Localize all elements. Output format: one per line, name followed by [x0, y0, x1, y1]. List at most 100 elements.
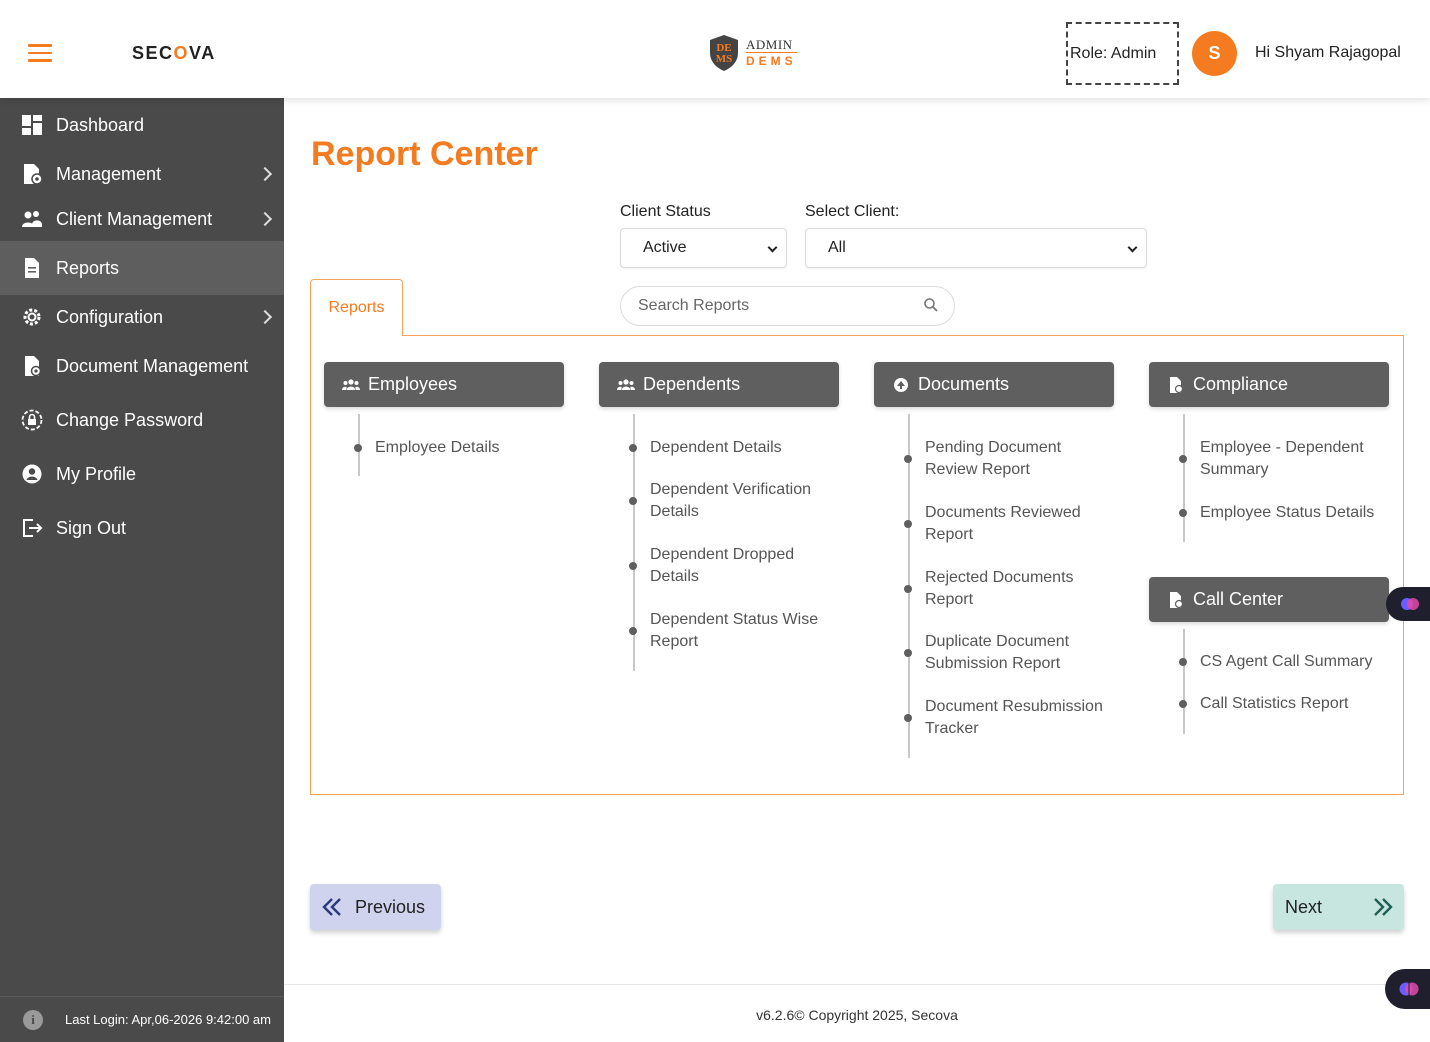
select-client-value: All: [828, 239, 846, 256]
chevron-right-icon: [257, 211, 273, 227]
report-link-rejected-documents[interactable]: Rejected Documents Report: [904, 567, 1115, 611]
last-login-text: Last Login: Apr,06-2026 9:42:00 am: [65, 1012, 271, 1027]
assistant-widget[interactable]: [1385, 969, 1430, 1009]
report-link-dependent-dropped-details[interactable]: Dependent Dropped Details: [629, 544, 825, 588]
sign-out-icon: [21, 517, 43, 539]
sidebar-item-label: Change Password: [56, 409, 204, 430]
category-compliance-list: Employee - Dependent Summary Employee St…: [1179, 414, 1374, 542]
double-chevron-left-icon: [322, 898, 341, 916]
configuration-icon: [21, 306, 43, 328]
last-login-info: i Last Login: Apr,06-2026 9:42:00 am: [0, 996, 284, 1042]
chevron-right-icon: [257, 166, 273, 182]
report-link-dependent-status-wise-report[interactable]: Dependent Status Wise Report: [629, 609, 825, 653]
sidebar-item-label: Dashboard: [56, 114, 145, 135]
next-button[interactable]: Next: [1273, 884, 1404, 930]
client-status-select[interactable]: Active: [620, 228, 787, 268]
report-link-document-resubmission-tracker[interactable]: Document Resubmission Tracker: [904, 696, 1115, 740]
search-placeholder: Search Reports: [638, 297, 750, 314]
client-status-value: Active: [643, 239, 687, 256]
sidebar-item-management[interactable]: Management: [0, 150, 284, 198]
sidebar-item-dashboard[interactable]: Dashboard: [0, 101, 284, 149]
category-dependents-header: Dependents: [599, 362, 839, 407]
sidebar-item-document-management[interactable]: Document Management: [0, 342, 284, 390]
report-link-call-statistics-report[interactable]: Call Statistics Report: [1179, 693, 1390, 715]
report-link-employee-status-details[interactable]: Employee Status Details: [1179, 502, 1390, 524]
user-avatar[interactable]: S: [1192, 31, 1237, 76]
user-icon: [21, 463, 43, 485]
category-dependents-list: Dependent Details Dependent Verification…: [629, 414, 818, 671]
management-icon: [21, 163, 43, 185]
category-documents-header: Documents: [874, 362, 1114, 407]
category-title: Compliance: [1193, 374, 1289, 394]
next-button-label: Next: [1285, 896, 1323, 917]
sidebar-item-label: Sign Out: [56, 517, 127, 538]
category-compliance-header: Compliance: [1149, 362, 1389, 407]
category-title: Call Center: [1193, 589, 1284, 609]
category-title: Employees: [368, 374, 458, 394]
info-icon: i: [23, 1009, 43, 1030]
sidebar-item-sign-out[interactable]: Sign Out: [0, 504, 284, 552]
users-icon: [342, 377, 360, 393]
user-greeting[interactable]: Hi Shyam Rajagopal: [1255, 44, 1401, 62]
sidebar-item-reports[interactable]: Reports: [0, 241, 284, 295]
sidebar-item-label: My Profile: [56, 463, 137, 484]
report-link-dependent-details[interactable]: Dependent Details: [629, 437, 825, 459]
dashboard-icon: [21, 114, 43, 136]
select-client-select[interactable]: All: [805, 228, 1147, 268]
users-icon: [617, 377, 635, 393]
brain-icon: [1401, 598, 1419, 610]
app-logo: DE MS ADMIN DEMS: [708, 34, 797, 72]
sidebar-item-label: Client Management: [56, 208, 213, 229]
previous-button-label: Previous: [355, 896, 426, 917]
shield-logo-icon: DE MS: [710, 35, 738, 71]
app-logo-line2: DEMS: [746, 54, 797, 68]
category-title: Documents: [918, 374, 1010, 394]
client-management-icon: [21, 208, 43, 230]
category-employees-list: Employee Details: [354, 414, 500, 476]
page-title: Report Center: [311, 135, 538, 173]
search-icon[interactable]: [922, 296, 940, 314]
category-call-center-header: Call Center: [1149, 577, 1389, 622]
tab-reports[interactable]: Reports: [310, 279, 403, 336]
report-link-employee-details[interactable]: Employee Details: [354, 437, 500, 459]
brain-icon: [1399, 982, 1419, 996]
select-client-label: Select Client:: [805, 203, 900, 220]
report-link-cs-agent-call-summary[interactable]: CS Agent Call Summary: [1179, 651, 1390, 673]
sidebar-item-configuration[interactable]: Configuration: [0, 293, 284, 341]
sidebar-item-label: Document Management: [56, 355, 249, 376]
category-employees-header: Employees: [324, 362, 564, 407]
role-indicator[interactable]: Role: Admin: [1066, 22, 1179, 85]
chevron-down-icon: [767, 242, 778, 253]
sidebar-item-label: Management: [56, 163, 162, 184]
compliance-icon: [1167, 376, 1185, 393]
previous-button[interactable]: Previous: [310, 884, 441, 930]
lock-icon: [21, 409, 43, 431]
chevron-right-icon: [257, 309, 273, 325]
category-title: Dependents: [643, 374, 741, 394]
assistant-widget-top[interactable]: [1386, 587, 1430, 621]
menu-toggle-icon[interactable]: [28, 44, 52, 62]
report-link-duplicate-document-submission[interactable]: Duplicate Document Submission Report: [904, 631, 1115, 675]
documents-icon: [892, 377, 910, 393]
report-link-dependent-verification-details[interactable]: Dependent Verification Details: [629, 479, 825, 523]
shield-logo-line2: MS: [716, 53, 733, 65]
top-header: SECOVA DE MS ADMIN DEMS Role: Admin S Hi…: [0, 0, 1430, 98]
search-reports-input[interactable]: Search Reports: [620, 286, 955, 326]
sidebar-item-change-password[interactable]: Change Password: [0, 396, 284, 444]
category-documents-list: Pending Document Review Report Documents…: [904, 414, 1103, 758]
sidebar-item-client-management[interactable]: Client Management: [0, 195, 284, 243]
double-chevron-right-icon: [1374, 898, 1393, 916]
sidebar-item-label: Reports: [56, 257, 120, 278]
sidebar: Dashboard Management Client Management R…: [0, 98, 284, 1042]
category-call-center-list: CS Agent Call Summary Call Statistics Re…: [1179, 629, 1373, 734]
report-link-employee-dependent-summary[interactable]: Employee - Dependent Summary: [1179, 437, 1390, 481]
brand-logo: SECOVA: [132, 43, 216, 63]
report-link-documents-reviewed[interactable]: Documents Reviewed Report: [904, 502, 1115, 546]
sidebar-item-my-profile[interactable]: My Profile: [0, 450, 284, 498]
chevron-down-icon: [1127, 242, 1138, 253]
report-link-pending-document-review[interactable]: Pending Document Review Report: [904, 437, 1115, 481]
footer-divider: [284, 984, 1430, 985]
document-management-icon: [21, 355, 43, 377]
copyright-text: v6.2.6© Copyright 2025, Secova: [756, 1007, 958, 1023]
client-status-label: Client Status: [620, 203, 711, 220]
